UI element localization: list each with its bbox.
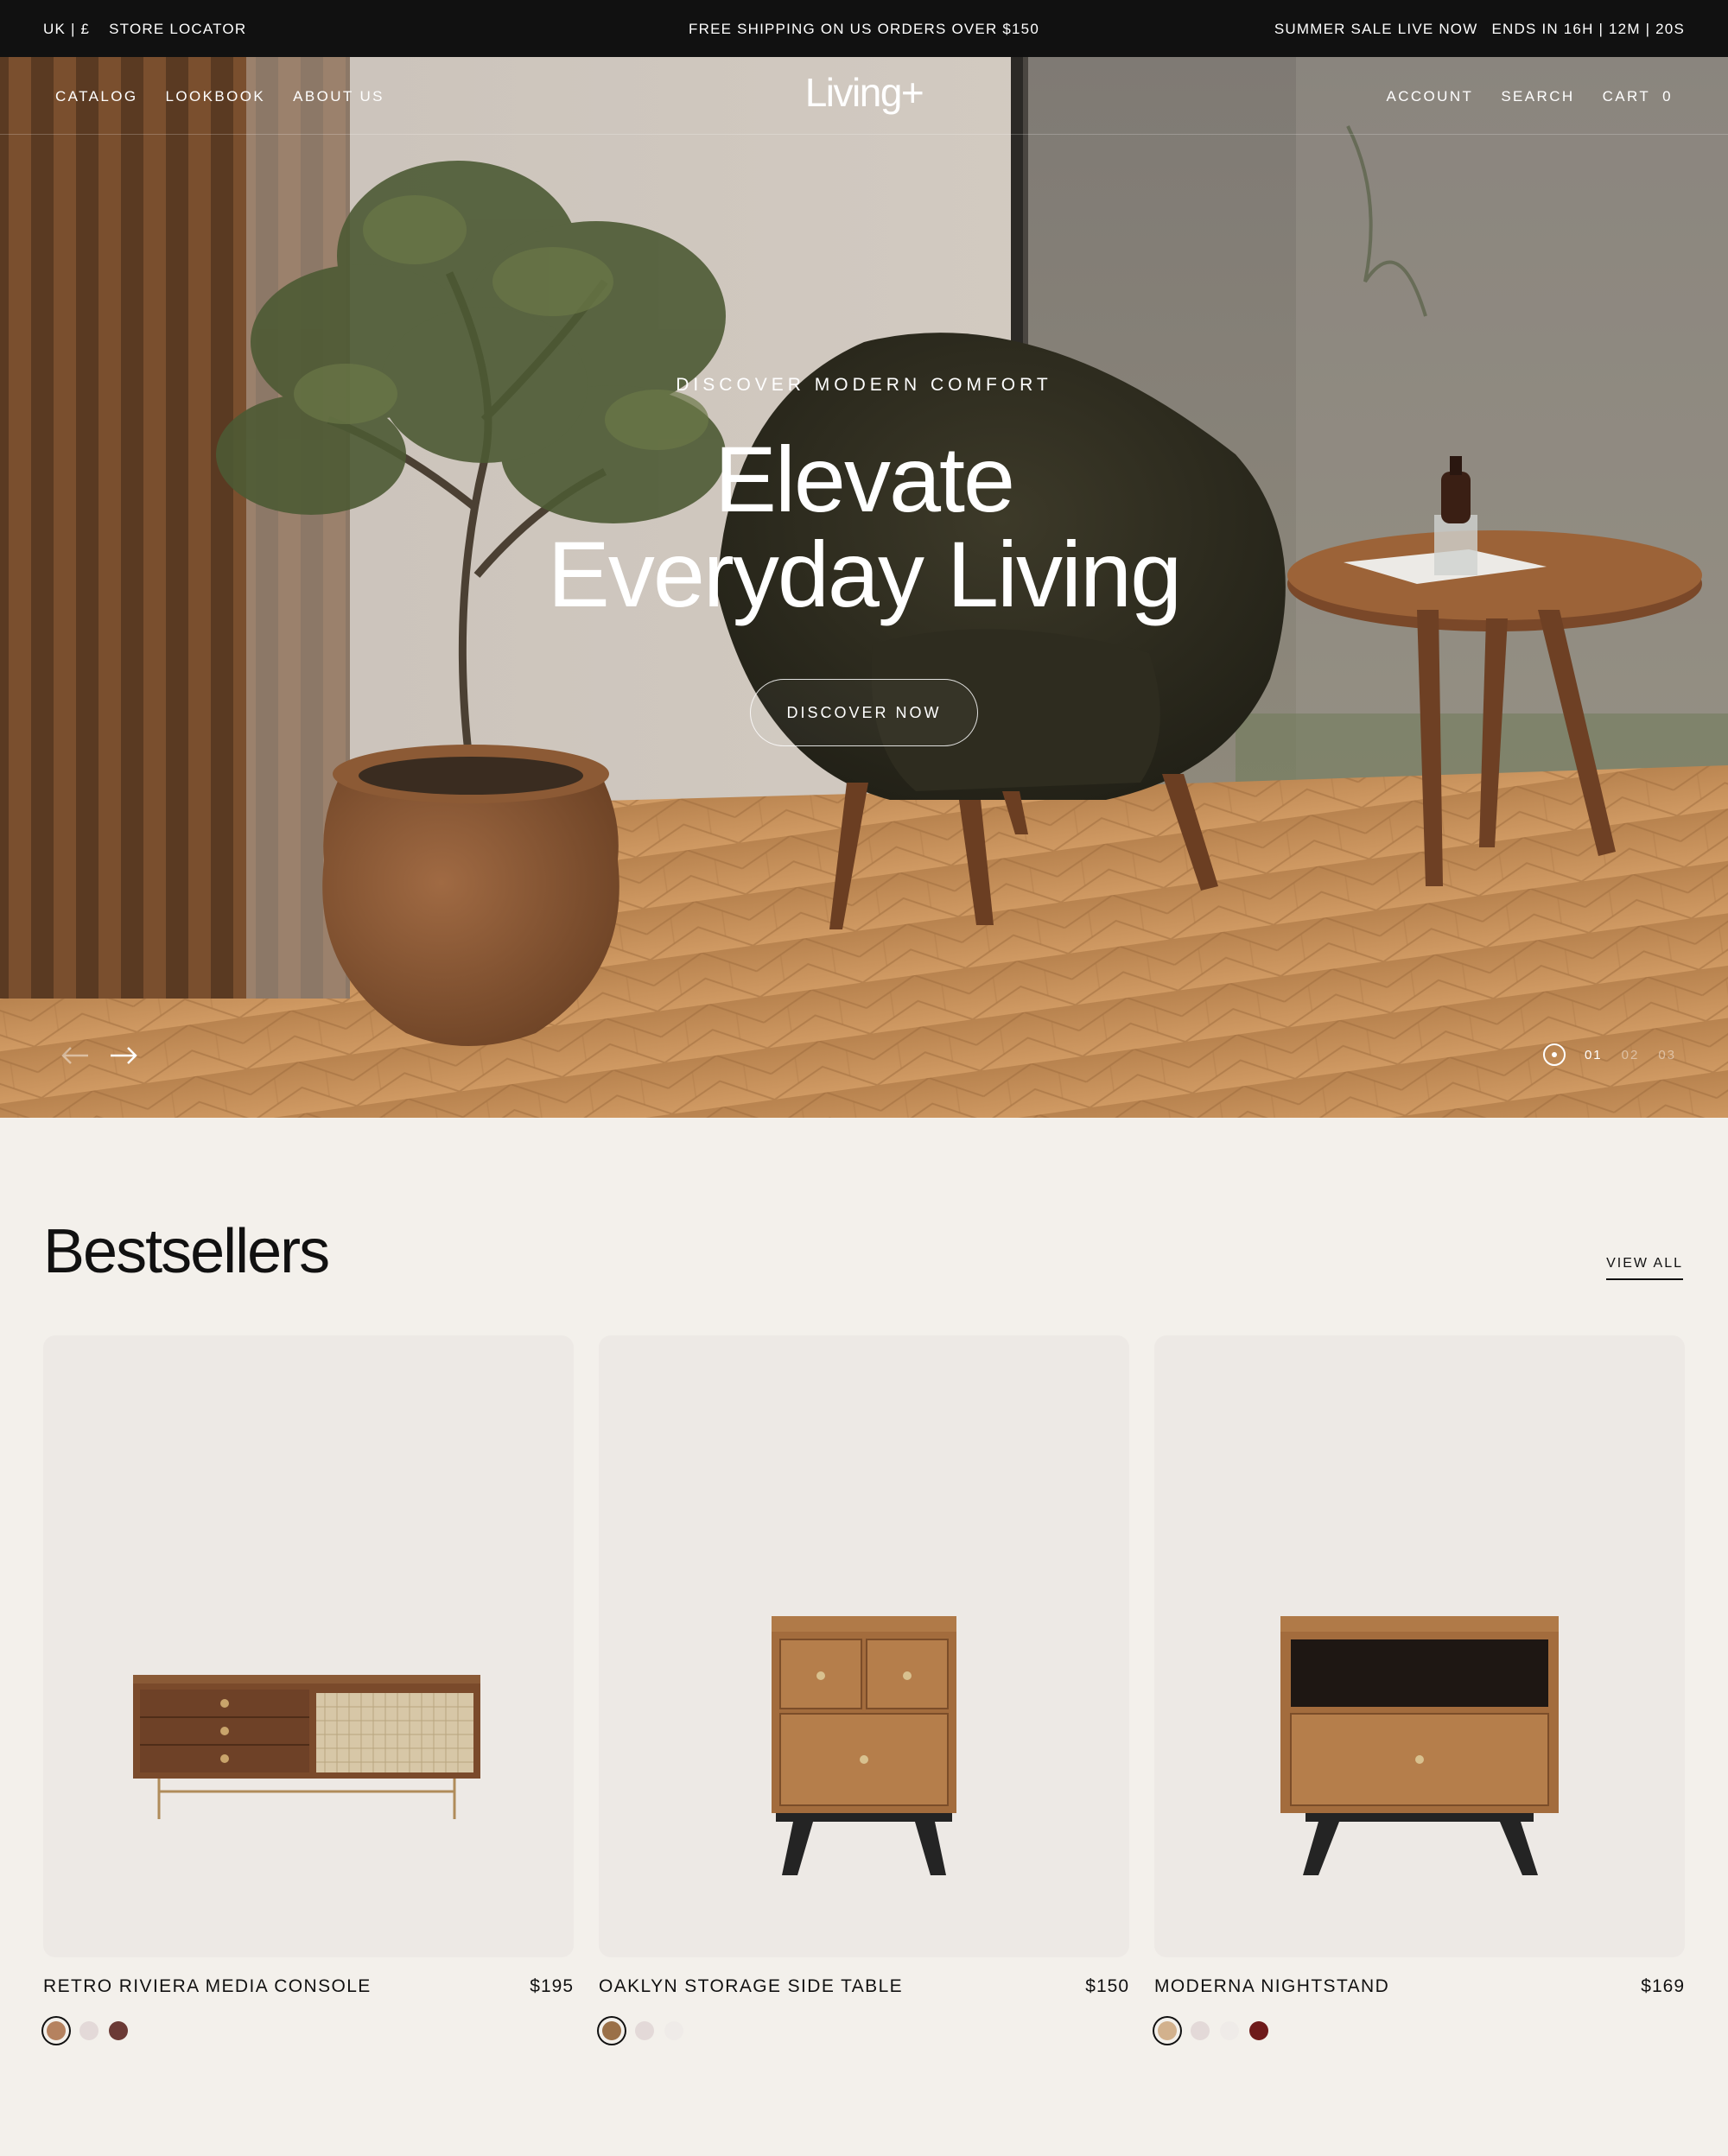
store-locator-link[interactable]: STORE LOCATOR <box>109 21 246 38</box>
slide-3[interactable]: 03 <box>1658 1048 1676 1062</box>
color-swatches <box>599 2021 1129 2040</box>
color-swatches <box>43 2021 574 2040</box>
announcement-bar: UK | £ STORE LOCATOR FREE SHIPPING ON US… <box>0 0 1728 57</box>
product-image[interactable] <box>599 1335 1129 1957</box>
side-table-illustration <box>772 1616 956 1875</box>
slider-arrows <box>60 1045 138 1066</box>
product-card[interactable]: OAKLYN STORAGE SIDE TABLE $150 <box>599 1335 1129 2040</box>
nav-lookbook[interactable]: LOOKBOOK <box>166 88 266 105</box>
sale-countdown: ENDS IN 16H | 12M | 20S <box>1491 21 1685 37</box>
product-name[interactable]: RETRO RIVIERA MEDIA CONSOLE <box>43 1976 372 1997</box>
hero-banner: CATALOG LOOKBOOK ABOUT US Living+ ACCOUN… <box>0 57 1728 1118</box>
product-name[interactable]: OAKLYN STORAGE SIDE TABLE <box>599 1976 903 1997</box>
swatch-walnut-light[interactable] <box>47 2021 66 2040</box>
nav-catalog[interactable]: CATALOG <box>55 88 138 105</box>
product-image[interactable] <box>43 1335 574 1957</box>
slide-1[interactable]: 01 <box>1585 1048 1603 1062</box>
product-name[interactable]: MODERNA NIGHTSTAND <box>1154 1976 1389 1997</box>
swatch-off-white[interactable] <box>1220 2021 1239 2040</box>
swatch-oak[interactable] <box>602 2021 621 2040</box>
nightstand-illustration <box>1280 1616 1559 1875</box>
nav-about-us[interactable]: ABOUT US <box>293 88 384 105</box>
discover-now-button[interactable]: DISCOVER NOW <box>750 679 978 746</box>
region-selector[interactable]: UK | £ <box>43 21 90 38</box>
product-price: $195 <box>530 1976 574 1996</box>
product-image[interactable] <box>1154 1335 1685 1957</box>
hero-eyebrow: DISCOVER MODERN COMFORT <box>676 375 1052 395</box>
media-console-illustration <box>133 1675 480 1819</box>
main-nav: CATALOG LOOKBOOK ABOUT US Living+ ACCOUN… <box>0 57 1728 135</box>
swatch-off-white[interactable] <box>664 2021 683 2040</box>
nav-cart[interactable]: CART 0 <box>1603 88 1673 105</box>
sale-message[interactable]: SUMMER SALE LIVE NOW <box>1274 21 1478 38</box>
color-swatches <box>1154 2021 1685 2040</box>
swatch-light-oak[interactable] <box>1158 2021 1177 2040</box>
slide-pager: 01 02 03 <box>1542 1043 1676 1066</box>
autoplay-icon[interactable] <box>1542 1043 1566 1066</box>
arrow-left-icon[interactable] <box>60 1045 90 1066</box>
site-logo[interactable]: Living+ <box>805 70 924 115</box>
hero-headline: Elevate Everyday Living <box>0 432 1728 622</box>
product-price: $169 <box>1641 1976 1685 1996</box>
shipping-message: FREE SHIPPING ON US ORDERS OVER $150 <box>689 21 1039 37</box>
arrow-right-icon[interactable] <box>109 1045 138 1066</box>
product-card[interactable]: RETRO RIVIERA MEDIA CONSOLE $195 <box>43 1335 574 2040</box>
hero-headline-line1: Elevate <box>714 427 1015 531</box>
product-card[interactable]: MODERNA NIGHTSTAND $169 <box>1154 1335 1685 2040</box>
bestsellers-title: Bestsellers <box>43 1217 330 1286</box>
swatch-pale-pink[interactable] <box>1191 2021 1210 2040</box>
swatch-dark-brown[interactable] <box>109 2021 128 2040</box>
nav-account[interactable]: ACCOUNT <box>1386 88 1473 105</box>
swatch-burgundy[interactable] <box>1249 2021 1268 2040</box>
nav-search[interactable]: SEARCH <box>1501 88 1574 105</box>
swatch-pale-pink[interactable] <box>635 2021 654 2040</box>
cart-count: 0 <box>1662 88 1673 105</box>
hero-headline-line2: Everyday Living <box>547 522 1182 626</box>
product-price: $150 <box>1085 1976 1129 1996</box>
swatch-pale-pink[interactable] <box>79 2021 98 2040</box>
cart-label: CART <box>1602 88 1651 105</box>
view-all-link[interactable]: VIEW ALL <box>1606 1256 1683 1280</box>
slide-2[interactable]: 02 <box>1622 1048 1640 1062</box>
